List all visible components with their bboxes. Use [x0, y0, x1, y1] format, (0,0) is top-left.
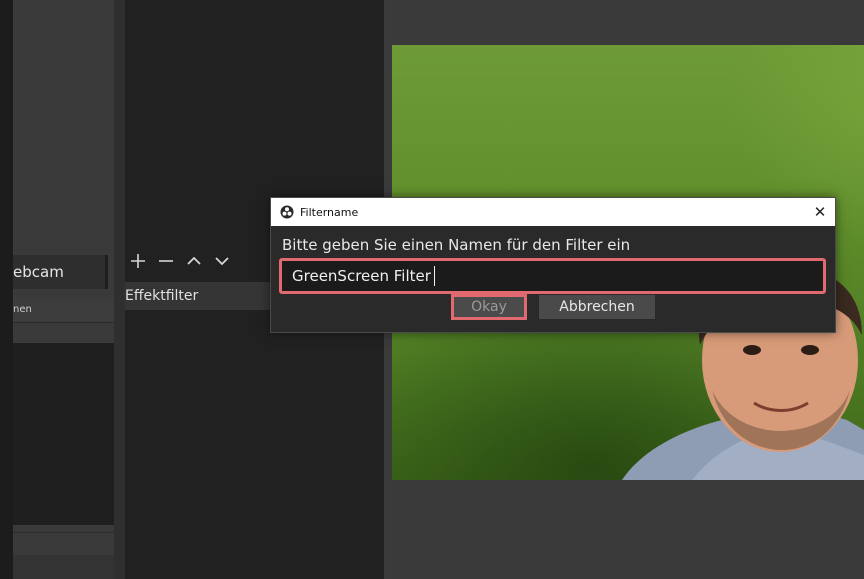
panel-divider	[114, 0, 125, 579]
sources-footer	[13, 532, 114, 553]
filter-name-input[interactable]	[282, 261, 823, 291]
move-filter-down-button[interactable]	[211, 250, 233, 272]
chevron-down-icon	[215, 257, 229, 266]
close-icon: ✕	[813, 203, 827, 221]
filter-name-field[interactable]	[279, 258, 826, 294]
source-item-webcam[interactable]: ebcam	[13, 255, 108, 289]
sources-list[interactable]	[13, 343, 114, 525]
dialog-title: Filtername	[300, 205, 359, 219]
move-filter-up-button[interactable]	[183, 250, 205, 272]
add-filter-button[interactable]	[127, 250, 149, 272]
dialog-titlebar[interactable]: Filtername ✕	[271, 198, 835, 226]
minus-icon	[159, 260, 173, 262]
sources-panel: ebcam nen	[13, 0, 114, 579]
sources-footer-bottom	[13, 555, 114, 579]
sources-list-header: nen	[13, 298, 114, 323]
window-edge	[0, 0, 13, 579]
dialog-prompt: Bitte geben Sie einen Namen für den Filt…	[282, 236, 631, 254]
chevron-up-icon	[187, 256, 201, 265]
plus-icon	[131, 254, 145, 268]
obs-logo-icon	[280, 205, 294, 219]
remove-filter-button[interactable]	[155, 250, 177, 272]
close-button[interactable]: ✕	[805, 198, 835, 226]
okay-button[interactable]: Okay	[451, 294, 527, 320]
cancel-button[interactable]: Abbrechen	[539, 295, 655, 319]
filter-name-dialog: Filtername ✕ Bitte geben Sie einen Namen…	[270, 197, 836, 333]
text-caret	[434, 266, 435, 286]
